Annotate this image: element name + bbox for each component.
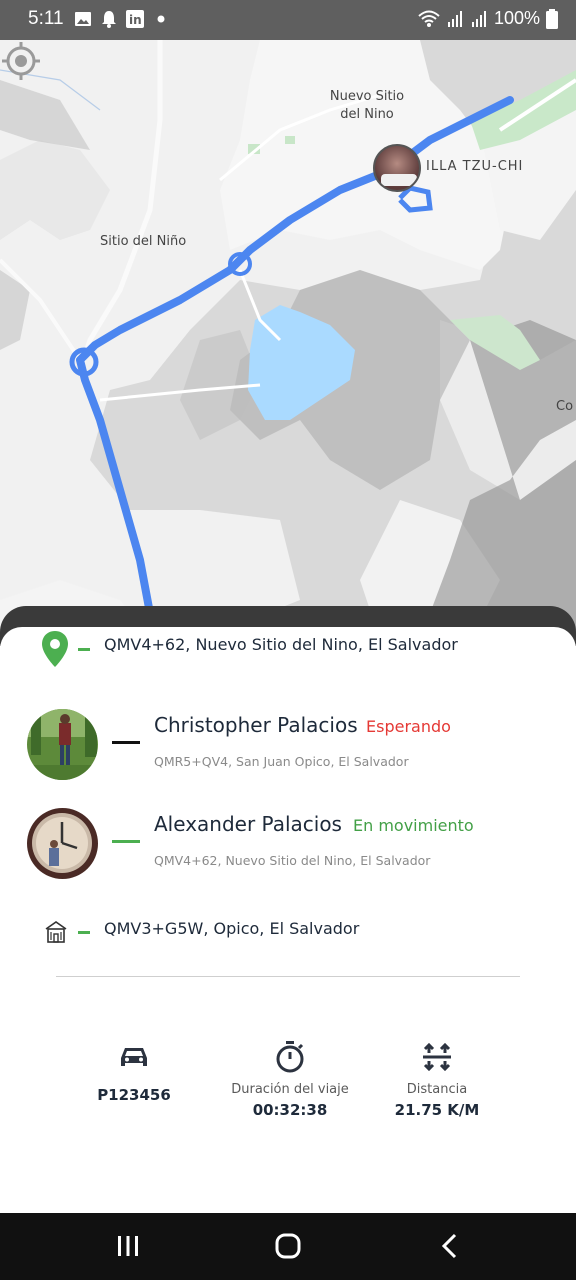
vehicle-plate: P123456 xyxy=(97,1086,171,1104)
wifi-icon xyxy=(418,10,440,27)
destination-dash xyxy=(78,930,90,934)
map-label-sitio-del-nino: Sitio del Niño xyxy=(100,234,187,249)
passenger-dash xyxy=(112,741,140,744)
passenger-name: Alexander Palacios xyxy=(154,812,342,836)
distance-stat: Distancia 21.75 K/M xyxy=(352,1040,522,1119)
battery-percentage: 100% xyxy=(493,8,540,28)
status-time: 5:11 xyxy=(28,8,64,29)
battery-icon xyxy=(546,8,558,29)
distance-value: 21.75 K/M xyxy=(394,1101,480,1119)
distance-label: Distancia xyxy=(406,1082,468,1097)
origin-dash xyxy=(78,647,90,651)
system-nav-bar xyxy=(0,1213,576,1280)
school-building-icon xyxy=(45,921,67,943)
duration-value: 00:32:38 xyxy=(252,1101,328,1119)
location-pin-icon xyxy=(42,631,68,667)
map-view[interactable]: Nuevo Sitio del Nino Sitio del Niño ILLA… xyxy=(0,40,576,640)
passenger-photo xyxy=(27,808,98,879)
home-icon[interactable] xyxy=(275,1233,301,1259)
destination-address: QMV3+G5W, Opico, El Salvador xyxy=(104,918,360,938)
map-canvas xyxy=(0,40,576,640)
duration-label: Duración del viaje xyxy=(231,1082,349,1097)
passenger-name: Christopher Palacios xyxy=(154,713,358,737)
image-icon xyxy=(75,12,91,26)
driver-location-marker[interactable] xyxy=(373,144,421,192)
map-label-edge: Co xyxy=(556,399,574,414)
passenger-row[interactable]: Christopher Palacios Esperando QMR5+QV4,… xyxy=(27,709,547,781)
recent-apps-icon[interactable] xyxy=(116,1233,140,1259)
back-icon[interactable] xyxy=(440,1233,460,1259)
passenger-photo xyxy=(27,709,98,780)
svg-text:in: in xyxy=(129,13,142,27)
passenger-dash xyxy=(112,840,140,843)
map-label-nuevo-sitio: Nuevo Sitio del Nino xyxy=(329,89,405,122)
dot-icon xyxy=(157,15,165,23)
passenger-row[interactable]: Alexander Palacios En movimiento QMV4+62… xyxy=(27,808,547,880)
car-icon xyxy=(121,1048,147,1066)
map-label-villa: ILLA TZU-CHI xyxy=(426,159,524,174)
passenger-address: QMR5+QV4, San Juan Opico, El Salvador xyxy=(154,754,409,769)
origin-address: QMV4+62, Nuevo Sitio del Nino, El Salvad… xyxy=(104,634,458,654)
origin-row: QMV4+62, Nuevo Sitio del Nino, El Salvad… xyxy=(40,630,458,668)
destination-row: QMV3+G5W, Opico, El Salvador xyxy=(44,918,360,944)
status-bar: 5:11 in 100% xyxy=(0,0,576,40)
signal-icon xyxy=(447,10,462,27)
signal-icon xyxy=(471,10,486,27)
linkedin-icon: in xyxy=(126,10,144,28)
passenger-status: Esperando xyxy=(366,717,451,736)
stopwatch-icon xyxy=(276,1041,304,1073)
distance-icon xyxy=(423,1043,451,1071)
my-location-icon[interactable] xyxy=(0,40,42,82)
vehicle-stat: P123456 xyxy=(49,1040,219,1104)
bell-icon xyxy=(102,11,116,28)
passenger-address: QMV4+62, Nuevo Sitio del Nino, El Salvad… xyxy=(154,853,431,868)
car-image xyxy=(381,174,417,186)
passenger-status: En movimiento xyxy=(353,816,474,835)
duration-stat: Duración del viaje 00:32:38 xyxy=(205,1040,375,1119)
section-divider xyxy=(56,976,520,977)
